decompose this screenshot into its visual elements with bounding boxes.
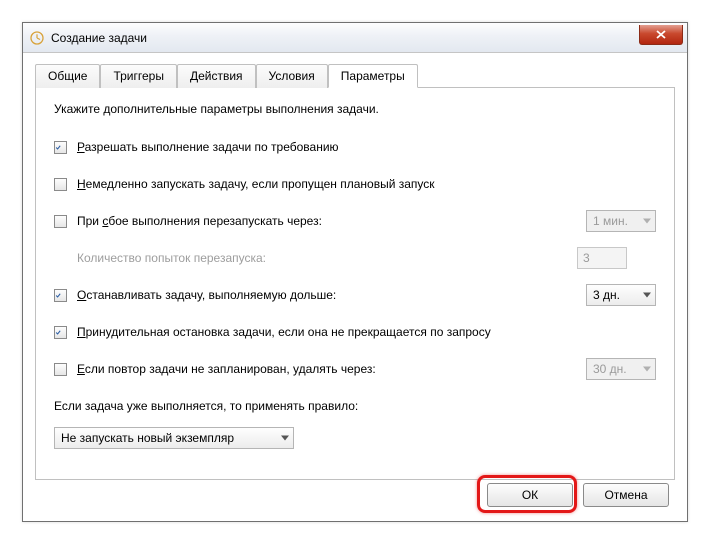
retry-count-value: 3 — [583, 251, 590, 265]
content-area: Общие Триггеры Действия Условия Параметр… — [23, 53, 687, 492]
row-run-if-missed: Немедленно запускать задачу, если пропущ… — [54, 173, 656, 195]
checkbox-allow-demand[interactable] — [54, 141, 67, 154]
select-restart-interval: 1 мин. — [586, 210, 656, 232]
label-restart-on-fail: При сбое выполнения перезапускать через: — [77, 214, 322, 228]
tab-settings[interactable]: Параметры — [328, 64, 418, 88]
checkbox-run-if-missed[interactable] — [54, 178, 67, 191]
label-delete-if-not-scheduled: Если повтор задачи не запланирован, удал… — [77, 362, 376, 376]
row-stop-if-longer: Останавливать задачу, выполняемую дольше… — [54, 284, 656, 306]
dialog-window: Создание задачи Общие Триггеры Действия … — [22, 22, 688, 522]
tab-conditions[interactable]: Условия — [256, 64, 328, 88]
restart-interval-value: 1 мин. — [593, 214, 628, 228]
select-delete-after: 30 дн. — [586, 358, 656, 380]
row-delete-if-not-scheduled: Если повтор задачи не запланирован, удал… — [54, 358, 656, 380]
label-allow-demand: Разрешать выполнение задачи по требовани… — [77, 140, 339, 154]
input-retry-count: 3 — [577, 247, 627, 269]
checkbox-stop-if-longer[interactable] — [54, 289, 67, 302]
row-retry-count: Количество попыток перезапуска: 3 — [54, 247, 656, 269]
checkbox-restart-on-fail[interactable] — [54, 215, 67, 228]
label-stop-if-longer: Останавливать задачу, выполняемую дольше… — [77, 288, 336, 302]
tab-triggers[interactable]: Триггеры — [100, 64, 177, 88]
row-force-stop: Принудительная остановка задачи, если он… — [54, 321, 656, 343]
titlebar: Создание задачи — [23, 23, 687, 53]
label-run-if-missed: Немедленно запускать задачу, если пропущ… — [77, 177, 435, 191]
chevron-down-icon — [281, 436, 289, 441]
window-title: Создание задачи — [51, 31, 147, 45]
row-allow-demand: Разрешать выполнение задачи по требовани… — [54, 136, 656, 158]
already-running-value: Не запускать новый экземпляр — [61, 431, 234, 445]
chevron-down-icon — [643, 293, 651, 298]
row-restart-on-fail: При сбое выполнения перезапускать через:… — [54, 210, 656, 232]
select-already-running-rule[interactable]: Не запускать новый экземпляр — [54, 427, 294, 449]
label-force-stop: Принудительная остановка задачи, если он… — [77, 325, 491, 339]
panel-description: Укажите дополнительные параметры выполне… — [54, 102, 656, 116]
ok-button[interactable]: ОК — [487, 483, 573, 507]
chevron-down-icon — [643, 367, 651, 372]
tab-actions[interactable]: Действия — [177, 64, 256, 88]
row-already-running-select: Не запускать новый экземпляр — [54, 427, 656, 449]
select-stop-duration[interactable]: 3 дн. — [586, 284, 656, 306]
delete-after-value: 30 дн. — [593, 362, 627, 376]
chevron-down-icon — [643, 219, 651, 224]
tab-general[interactable]: Общие — [35, 64, 100, 88]
dialog-buttons: ОК Отмена — [487, 483, 669, 507]
row-already-running-label: Если задача уже выполняется, то применят… — [54, 395, 656, 417]
close-icon — [656, 30, 666, 39]
close-button[interactable] — [639, 25, 683, 45]
stop-duration-value: 3 дн. — [593, 288, 620, 302]
label-already-running: Если задача уже выполняется, то применят… — [54, 399, 358, 413]
cancel-button[interactable]: Отмена — [583, 483, 669, 507]
checkbox-force-stop[interactable] — [54, 326, 67, 339]
label-retry-count: Количество попыток перезапуска: — [77, 251, 266, 265]
checkbox-delete-if-not-scheduled[interactable] — [54, 363, 67, 376]
settings-panel: Укажите дополнительные параметры выполне… — [35, 88, 675, 480]
tab-strip: Общие Триггеры Действия Условия Параметр… — [35, 63, 675, 88]
clock-icon — [29, 30, 45, 46]
